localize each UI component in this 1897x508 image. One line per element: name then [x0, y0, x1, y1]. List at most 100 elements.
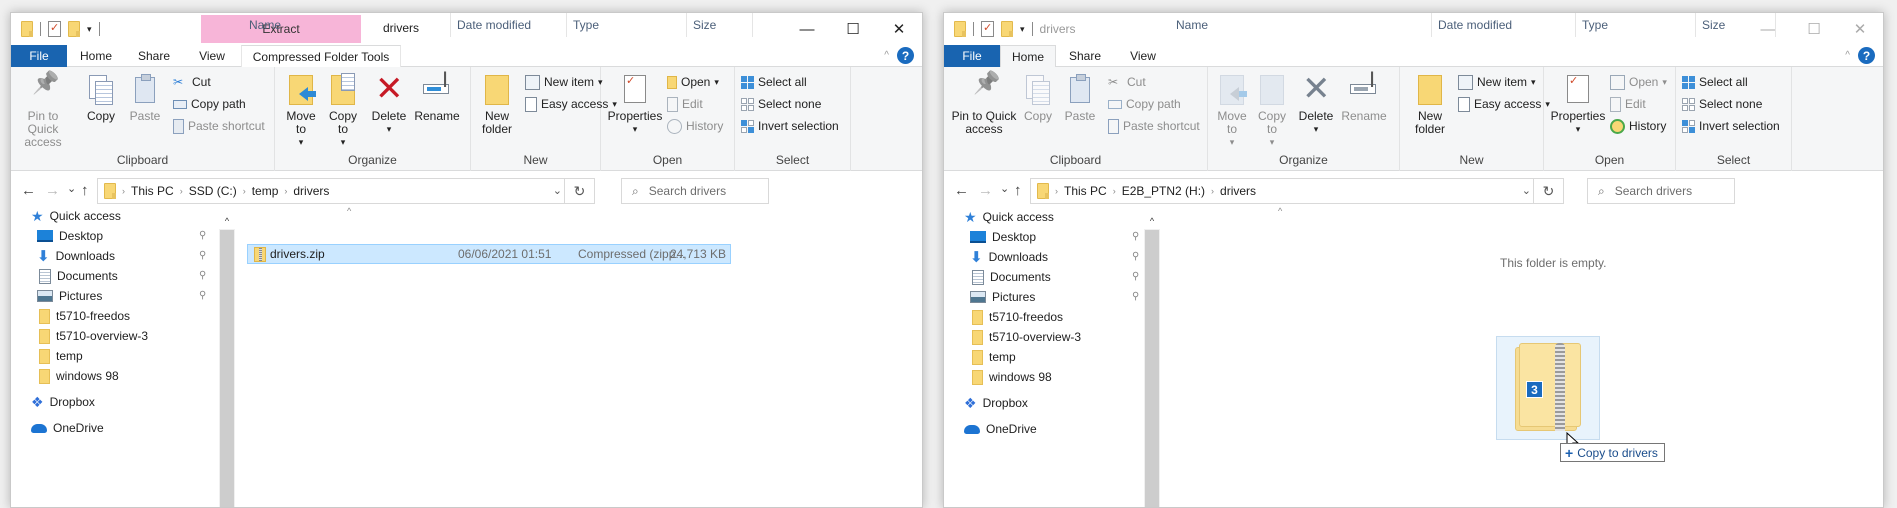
delete-button[interactable]: ✕ Delete ▾: [1296, 72, 1336, 136]
history-button[interactable]: History: [667, 117, 723, 135]
tab-file[interactable]: File: [11, 45, 67, 67]
address-bar[interactable]: › This PC › SSD (C:) › temp › drivers ⌄ …: [97, 178, 595, 204]
copy-button[interactable]: Copy: [1020, 73, 1056, 123]
new-folder-button[interactable]: New folder: [475, 73, 519, 136]
nav-scrollbar[interactable]: ^: [219, 213, 235, 507]
scroll-thumb[interactable]: [1145, 230, 1159, 507]
help-icon[interactable]: ?: [1858, 47, 1875, 64]
nav-quick-access[interactable]: ★ Quick access: [31, 206, 121, 226]
edit-button[interactable]: Edit: [667, 95, 703, 113]
nav-item-windows-98[interactable]: windows 98: [972, 367, 1052, 387]
select-all-button[interactable]: Select all: [741, 73, 807, 91]
scroll-thumb[interactable]: [220, 230, 234, 507]
nav-item-documents[interactable]: Documents: [972, 267, 1051, 287]
up-button[interactable]: ↑: [1014, 182, 1022, 199]
nav-quick-access[interactable]: ★ Quick access: [964, 207, 1054, 227]
paste-shortcut-button[interactable]: Paste shortcut: [1108, 117, 1200, 135]
column-size[interactable]: Size: [1696, 13, 1776, 37]
column-type[interactable]: Type: [567, 13, 687, 37]
pin-to-quick-access-button[interactable]: Pin to Quick access: [15, 73, 71, 149]
tab-view[interactable]: View: [183, 45, 241, 67]
nav-dropbox[interactable]: ❖ Dropbox: [31, 392, 95, 412]
nav-item-windows-98[interactable]: windows 98: [39, 366, 119, 386]
tab-view[interactable]: View: [1114, 45, 1172, 67]
scroll-up-icon[interactable]: ^: [219, 213, 235, 229]
maximize-button[interactable]: ☐: [1791, 13, 1837, 45]
nav-item-t5710-overview-3[interactable]: t5710-overview-3: [39, 326, 148, 346]
properties-button[interactable]: Properties▾: [607, 73, 663, 136]
nav-item-pictures[interactable]: Pictures: [37, 286, 102, 306]
address-dropdown-icon[interactable]: ⌄: [1522, 184, 1531, 197]
nav-item-downloads[interactable]: ⬇ Downloads: [37, 246, 115, 266]
help-icon[interactable]: ?: [897, 47, 914, 64]
nav-item-temp[interactable]: temp: [39, 346, 83, 366]
properties-button[interactable]: Properties▾: [1550, 73, 1606, 136]
customize-toolbar-icon[interactable]: ▾: [1020, 24, 1025, 35]
nav-item-temp[interactable]: temp: [972, 347, 1016, 367]
move-to-button[interactable]: Move to ▾: [1214, 73, 1250, 149]
forward-button[interactable]: →: [45, 182, 60, 199]
scroll-up-icon[interactable]: ^: [1144, 213, 1160, 229]
properties-icon[interactable]: [981, 21, 994, 37]
easy-access-button[interactable]: Easy access ▾: [1458, 95, 1550, 113]
column-name[interactable]: Name: [243, 13, 451, 37]
nav-item-t5710-overview-3[interactable]: t5710-overview-3: [972, 327, 1081, 347]
paste-shortcut-button[interactable]: Paste shortcut: [173, 117, 265, 135]
file-row[interactable]: drivers.zip 06/06/2021 01:51 Compressed …: [247, 244, 731, 264]
breadcrumb-e2b-ptn2[interactable]: E2B_PTN2 (H:): [1122, 184, 1205, 198]
select-none-button[interactable]: Select none: [1682, 95, 1762, 113]
nav-onedrive[interactable]: OneDrive: [31, 418, 104, 438]
copy-to-button[interactable]: Copy to ▾: [325, 73, 361, 149]
back-button[interactable]: ←: [954, 182, 969, 199]
invert-selection-button[interactable]: Invert selection: [1682, 117, 1780, 135]
column-size[interactable]: Size: [687, 13, 753, 37]
delete-button[interactable]: ✕ Delete ▾: [369, 72, 409, 136]
recent-locations-button[interactable]: ⌄: [67, 182, 76, 195]
close-button[interactable]: ✕: [1837, 13, 1883, 45]
rename-button[interactable]: Rename: [1340, 73, 1388, 123]
column-date-modified[interactable]: Date modified: [1432, 13, 1576, 37]
paste-button[interactable]: Paste: [1062, 73, 1098, 123]
tab-home[interactable]: Home: [67, 45, 125, 67]
open-button[interactable]: Open ▾: [1610, 73, 1667, 91]
new-item-button[interactable]: New item ▾: [1458, 73, 1536, 91]
collapse-ribbon-icon[interactable]: ^: [884, 50, 889, 61]
close-button[interactable]: ✕: [876, 13, 922, 45]
address-dropdown-icon[interactable]: ⌄: [553, 184, 562, 197]
breadcrumb-drivers[interactable]: drivers: [1220, 184, 1256, 198]
tab-share[interactable]: Share: [1056, 45, 1114, 67]
customize-toolbar-icon[interactable]: ▾: [87, 24, 92, 35]
tab-compressed-folder-tools[interactable]: Compressed Folder Tools: [241, 45, 401, 68]
edit-button[interactable]: Edit: [1610, 95, 1646, 113]
rename-button[interactable]: Rename: [413, 73, 461, 123]
nav-dropbox[interactable]: ❖ Dropbox: [964, 393, 1028, 413]
breadcrumb-this-pc[interactable]: This PC: [1064, 184, 1107, 198]
new-folder-icon[interactable]: [1001, 21, 1013, 37]
copy-path-button[interactable]: Copy path: [1108, 95, 1181, 113]
new-folder-icon[interactable]: [68, 21, 80, 37]
back-button[interactable]: ←: [21, 182, 36, 199]
nav-item-documents[interactable]: Documents: [39, 266, 118, 286]
nav-scrollbar[interactable]: ^: [1144, 213, 1160, 507]
column-type[interactable]: Type: [1576, 13, 1696, 37]
breadcrumb-drivers[interactable]: drivers: [293, 184, 329, 198]
nav-item-t5710-freedos[interactable]: t5710-freedos: [972, 307, 1063, 327]
invert-selection-button[interactable]: Invert selection: [741, 117, 839, 135]
refresh-button[interactable]: ↻: [564, 179, 594, 203]
select-all-button[interactable]: Select all: [1682, 73, 1748, 91]
properties-icon[interactable]: [48, 21, 61, 37]
collapse-ribbon-icon[interactable]: ^: [1845, 50, 1850, 61]
tab-home[interactable]: Home: [1000, 45, 1056, 68]
nav-item-desktop[interactable]: Desktop: [970, 227, 1036, 247]
history-button[interactable]: History: [1610, 117, 1666, 135]
column-date-modified[interactable]: Date modified: [451, 13, 567, 37]
move-to-button[interactable]: Move to ▾: [283, 73, 319, 149]
copy-to-button[interactable]: Copy to ▾: [1254, 73, 1290, 149]
forward-button[interactable]: →: [978, 182, 993, 199]
up-button[interactable]: ↑: [81, 182, 89, 199]
nav-onedrive[interactable]: OneDrive: [964, 419, 1037, 439]
nav-item-desktop[interactable]: Desktop: [37, 226, 103, 246]
nav-item-pictures[interactable]: Pictures: [970, 287, 1035, 307]
new-item-button[interactable]: New item ▾: [525, 73, 603, 91]
copy-path-button[interactable]: Copy path: [173, 95, 246, 113]
